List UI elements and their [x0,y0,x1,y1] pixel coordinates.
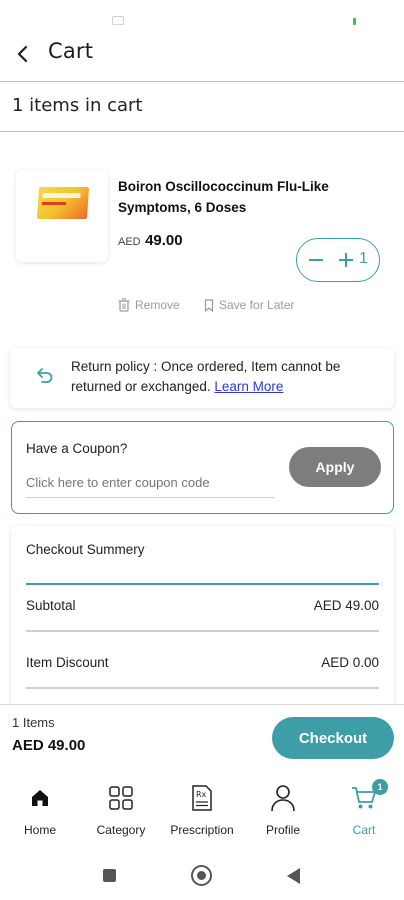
battery-icon [353,18,356,25]
plus-icon [345,253,347,267]
app-bar: Cart [0,36,404,82]
return-policy-card: Return policy : Once ordered, Item canno… [10,348,394,408]
notification-icon [112,16,124,25]
apply-coupon-button[interactable]: Apply [289,447,381,487]
bookmark-icon [204,299,214,313]
checkout-summary-card: Checkout Summery Subtotal AED 49.00 Item… [11,526,394,716]
learn-more-link[interactable]: Learn More [214,379,283,394]
row-divider [26,687,379,689]
nav-tab-category[interactable]: Category [81,776,161,846]
nav-tab-cart[interactable]: 1 Cart [324,776,404,846]
cart-item: Boiron Oscillococcinum Flu-Like Symptoms… [0,132,404,342]
prescription-icon: Rx [192,785,212,811]
summary-row-subtotal: Subtotal AED 49.00 [26,598,379,618]
coupon-code-input[interactable] [26,472,274,498]
page-title: Cart [48,39,94,63]
summary-title: Checkout Summery [26,542,145,557]
remove-label: Remove [135,298,180,312]
summary-row-discount: Item Discount AED 0.00 [26,655,379,675]
checkout-button[interactable]: Checkout [272,717,394,759]
nav-tab-home[interactable]: Home [0,776,80,846]
return-policy-message: Return policy : Once ordered, Item canno… [71,359,341,394]
nav-label-prescription: Prescription [170,823,234,837]
save-for-later-label: Save for Later [219,298,295,312]
coupon-card: Have a Coupon? Apply [11,421,394,514]
back-system-button[interactable] [287,868,300,884]
subtotal-label: Subtotal [26,598,76,613]
quantity-stepper: 1 [296,238,380,282]
home-system-button[interactable] [191,865,212,886]
home-icon [32,790,48,806]
nav-tab-prescription[interactable]: Rx Prescription [162,776,242,846]
category-icon [109,786,133,810]
product-price: AED 49.00 [118,232,183,250]
return-policy-text: Return policy : Once ordered, Item canno… [71,357,389,397]
summary-divider [26,583,379,585]
svg-text:Rx: Rx [196,790,207,799]
nav-label-category: Category [96,823,146,837]
status-bar [0,0,404,36]
product-image[interactable] [16,170,108,262]
nav-label-cart: Cart [352,823,376,837]
checkout-total: AED 49.00 [12,737,86,754]
product-box-graphic [36,187,90,219]
trash-icon [118,298,130,312]
nav-label-profile: Profile [265,823,300,837]
coupon-label: Have a Coupon? [26,441,128,456]
return-arrow-icon [37,368,53,383]
quantity-value: 1 [359,250,368,267]
row-divider [26,630,379,632]
cart-count-row: 1 items in cart [0,82,404,132]
checkout-bar: 1 Items AED 49.00 Checkout [0,704,404,768]
nav-label-home: Home [23,823,56,837]
save-for-later-button[interactable]: Save for Later [204,298,295,313]
checkout-items-count: 1 Items [12,715,55,730]
nav-tab-profile[interactable]: Profile [243,776,323,846]
price-currency: AED [118,236,141,248]
recents-button[interactable] [103,869,116,882]
bottom-navigation: Home Category Rx Prescription Profile 1 … [0,768,404,850]
system-navigation-bar [0,850,404,900]
discount-value: AED 0.00 [321,655,379,670]
cart-count-label: 1 items in cart [12,95,143,116]
decrease-quantity-button[interactable] [309,259,323,261]
product-name[interactable]: Boiron Oscillococcinum Flu-Like Symptoms… [118,176,378,218]
discount-label: Item Discount [26,655,109,670]
back-arrow-icon [17,45,28,63]
profile-icon [271,785,295,812]
cart-badge: 1 [372,779,388,795]
price-amount: 49.00 [145,232,183,249]
remove-button[interactable]: Remove [118,298,180,312]
subtotal-value: AED 49.00 [313,598,379,613]
back-button[interactable] [14,44,34,64]
